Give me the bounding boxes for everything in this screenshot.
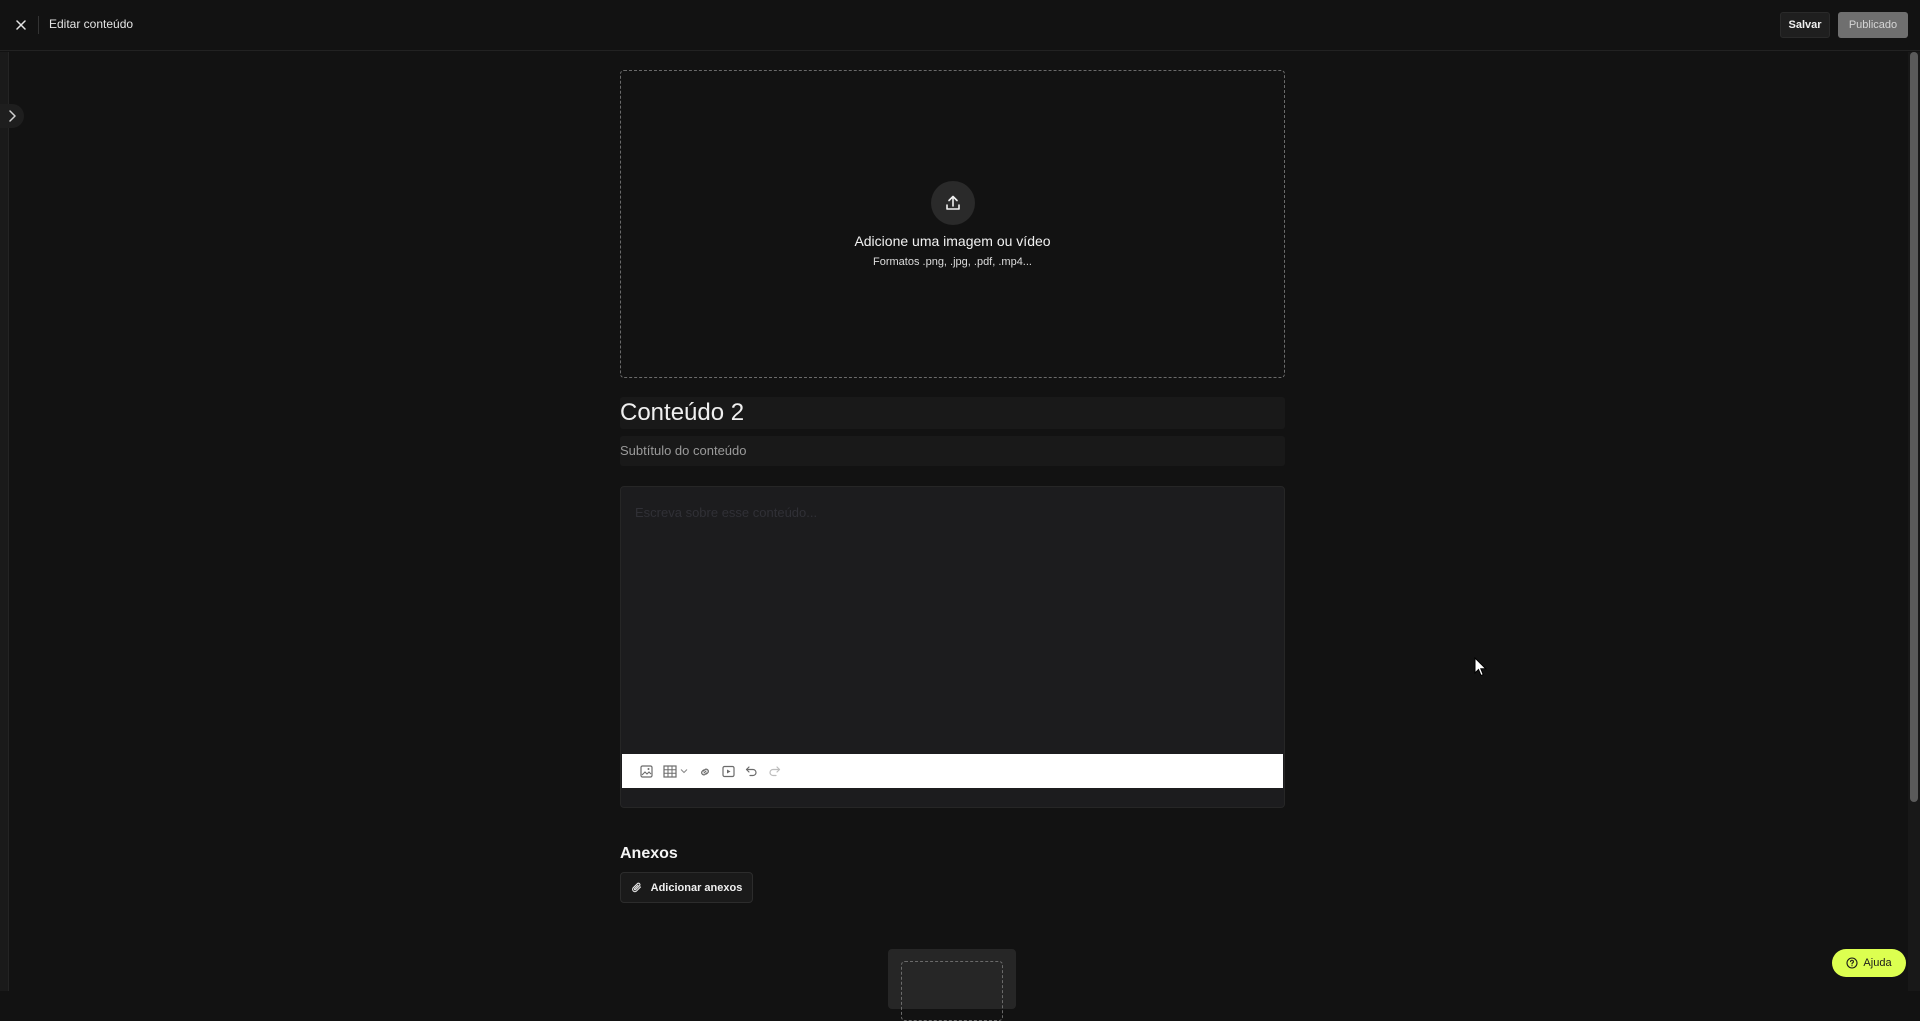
redo-icon (769, 766, 781, 777)
attachments-heading: Anexos (620, 845, 678, 862)
thumbnail-card[interactable] (888, 949, 1016, 1021)
help-circle-icon (1846, 957, 1858, 969)
help-label: Ajuda (1863, 957, 1892, 969)
upload-formats: Formatos .png, .jpg, .pdf, .mp4... (873, 256, 1032, 268)
upload-title: Adicione uma imagem ou vídeo (854, 233, 1051, 249)
add-attachments-label: Adicionar anexos (650, 881, 743, 894)
top-bar: Editar conteúdo Salvar Publicado (0, 0, 1920, 51)
upload-button[interactable] (931, 181, 975, 225)
sidebar-expand-button[interactable] (0, 104, 24, 128)
chevron-right-icon (9, 110, 16, 122)
help-button[interactable]: Ajuda (1832, 949, 1906, 977)
divider (38, 16, 39, 34)
table-icon (663, 764, 677, 778)
page-title: Editar conteúdo (49, 17, 134, 31)
close-button[interactable] (10, 14, 32, 36)
chevron-down-icon (680, 769, 688, 774)
undo-icon (745, 766, 757, 777)
undo-button[interactable] (745, 761, 758, 781)
thumbnail-dropzone[interactable] (901, 961, 1003, 1021)
editor-toolbar (622, 754, 1283, 788)
content-subtitle-input[interactable]: Subtítulo do conteúdo (620, 436, 1285, 466)
redo-button[interactable] (768, 761, 781, 781)
close-icon (16, 20, 26, 30)
insert-image-button[interactable] (640, 761, 653, 781)
media-upload-dropzone[interactable]: Adicione uma imagem ou vídeo Formatos .p… (620, 70, 1285, 378)
save-button[interactable]: Salvar (1780, 12, 1830, 38)
video-icon (722, 765, 735, 777)
mouse-cursor-icon (1474, 657, 1488, 677)
insert-video-button[interactable] (722, 761, 735, 781)
insert-link-button[interactable] (698, 761, 712, 781)
add-attachments-button[interactable]: Adicionar anexos (620, 872, 753, 903)
scrollbar-thumb[interactable] (1910, 52, 1918, 802)
left-sidebar-collapsed (0, 52, 9, 991)
paperclip-icon (631, 882, 641, 893)
rich-text-editor[interactable]: Escreva sobre esse conteúdo... (620, 486, 1285, 808)
upload-icon (946, 195, 960, 210)
content-title-input[interactable]: Conteúdo 2 (620, 397, 1285, 429)
image-icon (640, 764, 653, 778)
link-icon (701, 768, 709, 775)
editor-placeholder: Escreva sobre esse conteúdo... (635, 505, 818, 520)
published-button[interactable]: Publicado (1838, 12, 1908, 38)
insert-table-button[interactable] (663, 761, 688, 781)
